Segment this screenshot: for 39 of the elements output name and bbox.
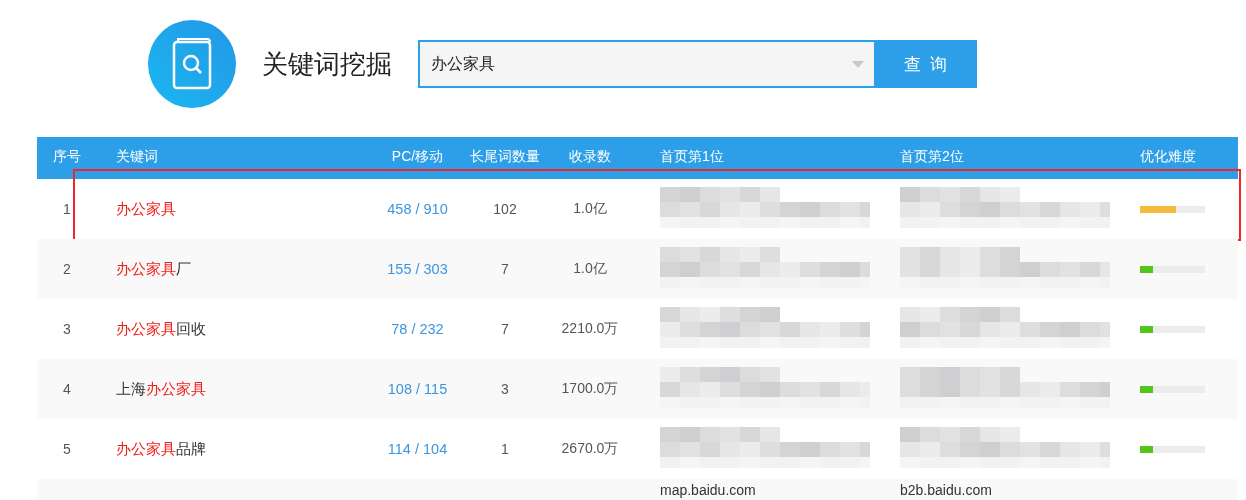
row-number: 4 <box>62 381 72 397</box>
table-cell-text: 1 <box>500 441 510 457</box>
column-header: 序号 <box>52 148 82 166</box>
result-url: b2b.baidu.com <box>900 482 992 498</box>
column-header: 优化难度 <box>1139 148 1197 166</box>
table-cell-text: 1.0亿 <box>572 200 608 218</box>
keyword-link[interactable]: 上海办公家具 <box>97 379 370 399</box>
table-cell-text: 2210.0万 <box>560 320 620 338</box>
table-cell-text: 7 <box>500 321 510 337</box>
row-number: 1 <box>62 201 72 217</box>
table-cell-text: 7 <box>500 261 510 277</box>
search-volume: 155 / 303 <box>386 261 449 277</box>
column-header: 首页第1位 <box>659 148 725 166</box>
search-volume: 458 / 910 <box>386 201 449 217</box>
search-field[interactable]: 办公家具 <box>418 40 876 88</box>
keyword-link[interactable]: 办公家具回收 <box>97 319 370 339</box>
search-volume: 114 / 104 <box>386 441 449 457</box>
column-header: 收录数 <box>568 148 612 166</box>
table-cell-text: 1.0亿 <box>572 260 608 278</box>
column-header: 长尾词数量 <box>469 148 541 166</box>
logo-icon <box>148 20 236 108</box>
keyword-link[interactable]: 办公家具品牌 <box>97 439 370 459</box>
keyword-link[interactable]: 办公家具 <box>97 199 370 219</box>
column-header: 首页第2位 <box>899 148 965 166</box>
dropdown-caret-icon[interactable] <box>852 61 864 68</box>
table-cell-text: 1700.0万 <box>560 380 620 398</box>
search-volume: 78 / 232 <box>390 321 445 337</box>
table-cell-text: 2670.0万 <box>560 440 620 458</box>
column-header: PC/移动 <box>390 148 445 166</box>
table-cell-text: 102 <box>492 201 518 217</box>
result-url: map.baidu.com <box>660 482 756 498</box>
row-number: 3 <box>62 321 72 337</box>
row-number: 5 <box>62 441 72 457</box>
table-cell-text: 3 <box>500 381 510 397</box>
page-title: 关键词挖掘 <box>262 47 392 81</box>
keyword-link[interactable]: 办公家具厂 <box>97 259 370 279</box>
column-header: 关键词 <box>115 148 159 166</box>
search-volume: 108 / 115 <box>386 381 449 397</box>
row-number: 2 <box>62 261 72 277</box>
